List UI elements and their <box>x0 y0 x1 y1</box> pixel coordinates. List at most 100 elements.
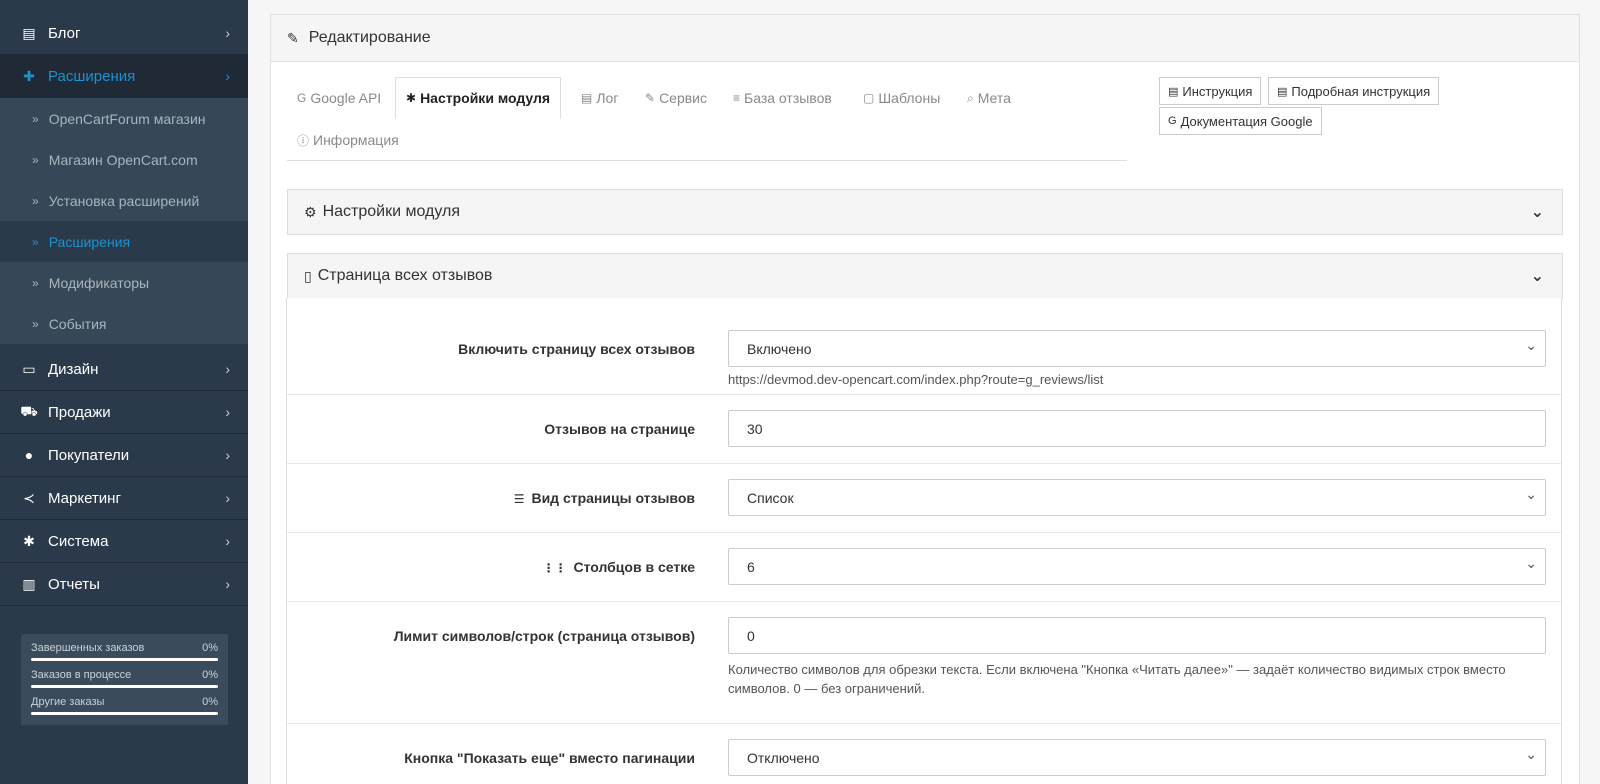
chevron-right-icon: › <box>225 404 230 420</box>
field-label: ⋮⋮ Столбцов в сетке <box>295 559 695 575</box>
google-icon: G <box>1168 115 1177 127</box>
file-icon: ▢ <box>863 91 875 105</box>
sidebar-subitem-label: OpenCartForum магазин <box>48 110 206 127</box>
limit-hint: Количество символов для обрезки текста. … <box>728 662 1506 696</box>
grid-icon: ⋮⋮ <box>542 561 567 575</box>
sidebar-item-label: Продажи <box>48 403 111 421</box>
user-icon: ● <box>24 447 34 463</box>
sidebar-item-system[interactable]: ✱ Система › <box>0 520 248 563</box>
field-label: ☰ Вид страницы отзывов <box>295 490 695 506</box>
sidebar-subitem-opencartforum[interactable]: » OpenCartForum магазин <box>0 98 248 139</box>
sidebar-subitem-label: Установка расширений <box>48 192 200 209</box>
sidebar-item-label: Покупатели <box>48 446 130 464</box>
monitor-icon: ▭ <box>22 360 36 377</box>
chevron-right-icon: › <box>225 576 230 592</box>
stat-label: Другие заказы <box>31 696 105 708</box>
stat-other: Другие заказы 0% <box>31 696 218 715</box>
book-icon: ▤ <box>1277 85 1288 98</box>
tab-service[interactable]: ✎ Сервис <box>635 77 717 119</box>
sidebar-item-sales[interactable]: ⛟ Продажи › <box>0 391 248 434</box>
tab-log[interactable]: ▤ Лог <box>571 77 628 119</box>
stat-value: 0% <box>202 696 218 708</box>
chevron-down-icon: ⌄ <box>1530 204 1544 221</box>
show-more-select[interactable]: Отключено <box>728 739 1546 776</box>
stat-value: 0% <box>202 669 218 681</box>
tab-label: База отзывов <box>744 90 832 106</box>
tab-label: Лог <box>596 90 619 106</box>
sidebar-subitem-installer[interactable]: » Установка расширений <box>0 180 248 221</box>
tab-templates[interactable]: ▢ Шаблоны <box>853 77 950 119</box>
form-row-show-more: Кнопка "Показать еще" вместо пагинации О… <box>287 724 1561 784</box>
double-chevron-icon: » <box>32 193 39 208</box>
form-row-limit: Лимит символов/строк (страница отзывов) … <box>287 602 1561 724</box>
all-reviews-form: Включить страницу всех отзывов Включено … <box>286 298 1562 784</box>
columns-select[interactable]: 6 <box>728 548 1546 585</box>
section-header[interactable]: ⚙ Настройки модуля ⌄ <box>288 190 1562 234</box>
gear-icon: ✱ <box>23 532 35 549</box>
sidebar-subitem-label: События <box>48 315 107 332</box>
tab-label: Сервис <box>659 90 708 106</box>
info-icon: ⓘ <box>297 133 310 148</box>
module-tabs: G Google API ✱ Настройки модуля ▤ Лог ✎ Серв… <box>287 77 1127 161</box>
puzzle-icon: ✚ <box>23 67 35 84</box>
pencil-icon: ✎ <box>287 29 299 46</box>
chevron-right-icon: › <box>225 533 230 549</box>
section-header[interactable]: ▯ Страница всех отзывов ⌄ <box>288 254 1562 298</box>
sidebar-subitem-events[interactable]: » События <box>0 303 248 344</box>
form-row-per-page: Отзывов на странице 30 <box>287 395 1561 464</box>
sidebar-item-label: Система <box>48 532 109 550</box>
tab-reviews-db[interactable]: ≡ База отзывов <box>723 77 842 119</box>
field-label: Лимит символов/строк (страница отзывов) <box>393 628 695 644</box>
sidebar-subitem-label: Магазин OpenCart.com <box>48 151 198 168</box>
tab-label: Информация <box>313 132 399 148</box>
module-settings-section[interactable]: ⚙ Настройки модуля ⌄ <box>287 189 1563 235</box>
tab-label: Мета <box>977 90 1011 106</box>
gear-icon: ✱ <box>406 91 417 105</box>
enable-page-select[interactable]: Включено <box>728 330 1546 367</box>
stat-progress-bar <box>31 658 218 661</box>
sidebar-item-customers[interactable]: ● Покупатели › <box>0 434 248 477</box>
sidebar-item-design[interactable]: ▭ Дизайн › <box>0 348 248 391</box>
tab-module-settings[interactable]: ✱ Настройки модуля <box>395 77 562 119</box>
tab-meta[interactable]: ⌕ Мета <box>957 77 1021 119</box>
stat-value: 0% <box>202 642 218 654</box>
view-select[interactable]: Список <box>728 479 1546 516</box>
tab-label: Шаблоны <box>878 90 941 106</box>
chevron-right-icon: › <box>225 447 230 463</box>
sidebar-lower-menu: ▭ Дизайн › ⛟ Продажи › ● Покупатели › ≺ Маркети… <box>0 348 248 606</box>
sidebar-item-label: Дизайн <box>48 360 99 378</box>
tab-google-api[interactable]: G Google API <box>287 77 391 119</box>
form-row-view: ☰ Вид страницы отзывов Список <box>287 464 1561 533</box>
field-label: Включить страницу всех отзывов <box>458 341 695 357</box>
sidebar-item-extensions[interactable]: ✚ Расширения › <box>0 55 248 98</box>
sidebar-item-label: Блог <box>48 24 81 42</box>
per-page-input[interactable]: 30 <box>728 410 1546 447</box>
sidebar-item-reports[interactable]: ▥ Отчеты › <box>0 563 248 606</box>
button-label: Подробная инструкция <box>1291 83 1431 99</box>
google-docs-button[interactable]: G Документация Google <box>1159 107 1322 135</box>
stat-progress-bar <box>31 712 218 715</box>
sidebar-item-marketing[interactable]: ≺ Маркетинг › <box>0 477 248 520</box>
panel-title: Редактирование <box>308 29 431 46</box>
field-label: Отзывов на странице <box>544 421 695 437</box>
sidebar-subitem-opencart-store[interactable]: » Магазин OpenCart.com <box>0 139 248 180</box>
share-icon: ≺ <box>23 489 35 506</box>
form-row-columns: ⋮⋮ Столбцов в сетке 6 <box>287 533 1561 602</box>
form-row-enable: Включить страницу всех отзывов Включено … <box>287 298 1561 395</box>
detailed-instruction-button[interactable]: ▤ Подробная инструкция <box>1268 77 1440 105</box>
sidebar-item-blog[interactable]: ▤ Блог › <box>0 12 248 55</box>
sidebar-subitem-extensions[interactable]: » Расширения <box>0 221 248 262</box>
bar-chart-icon: ▥ <box>22 575 36 592</box>
all-reviews-section[interactable]: ▯ Страница всех отзывов ⌄ <box>287 253 1563 299</box>
list-icon: ▤ <box>581 91 593 105</box>
section-title: Настройки модуля <box>322 203 460 220</box>
sidebar-subitem-modifications[interactable]: » Модификаторы <box>0 262 248 303</box>
stat-progress-bar <box>31 685 218 688</box>
instruction-button[interactable]: ▤ Инструкция <box>1159 77 1262 105</box>
double-chevron-icon: » <box>32 234 39 249</box>
section-title: Страница всех отзывов <box>317 267 493 284</box>
button-label: Инструкция <box>1182 83 1253 99</box>
tab-info[interactable]: ⓘ Информация <box>287 119 409 161</box>
double-chevron-icon: » <box>32 316 39 331</box>
limit-input[interactable]: 0 <box>728 617 1546 654</box>
